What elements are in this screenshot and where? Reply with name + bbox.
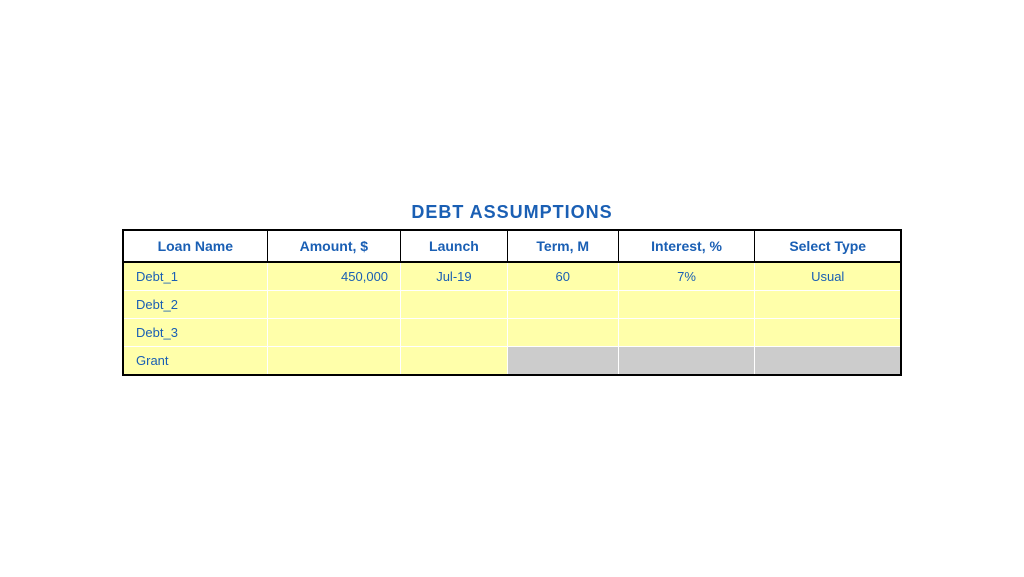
col-header-amount: Amount, $ [267, 230, 400, 262]
table-row: Debt_2 [123, 290, 901, 318]
table-cell: Debt_3 [123, 318, 267, 346]
table-cell [267, 290, 400, 318]
table-header-row: Loan Name Amount, $ Launch Term, M Inter… [123, 230, 901, 262]
table-cell: 450,000 [267, 262, 400, 291]
table-cell [618, 318, 755, 346]
table-cell [507, 346, 618, 375]
table-cell [507, 318, 618, 346]
col-header-loan-name: Loan Name [123, 230, 267, 262]
table-cell [618, 346, 755, 375]
table-cell: Jul-19 [401, 262, 508, 291]
table-cell [755, 318, 901, 346]
col-header-interest: Interest, % [618, 230, 755, 262]
table-cell [755, 346, 901, 375]
table-cell [507, 290, 618, 318]
table-row: Debt_1450,000Jul-19607%Usual [123, 262, 901, 291]
table-cell: 60 [507, 262, 618, 291]
table-title: DEBT ASSUMPTIONS [411, 202, 612, 223]
debt-assumptions-table: Loan Name Amount, $ Launch Term, M Inter… [122, 229, 902, 376]
table-cell: Grant [123, 346, 267, 375]
table-cell: Debt_1 [123, 262, 267, 291]
table-cell [401, 346, 508, 375]
page-container: DEBT ASSUMPTIONS Loan Name Amount, $ Lau… [0, 0, 1024, 577]
col-header-select-type: Select Type [755, 230, 901, 262]
table-cell [618, 290, 755, 318]
table-cell [267, 346, 400, 375]
col-header-term: Term, M [507, 230, 618, 262]
col-header-launch: Launch [401, 230, 508, 262]
table-cell [267, 318, 400, 346]
table-cell: 7% [618, 262, 755, 291]
table-cell: Debt_2 [123, 290, 267, 318]
table-cell [755, 290, 901, 318]
table-cell [401, 290, 508, 318]
table-row: Grant [123, 346, 901, 375]
table-cell[interactable]: Usual [755, 262, 901, 291]
table-cell [401, 318, 508, 346]
table-row: Debt_3 [123, 318, 901, 346]
